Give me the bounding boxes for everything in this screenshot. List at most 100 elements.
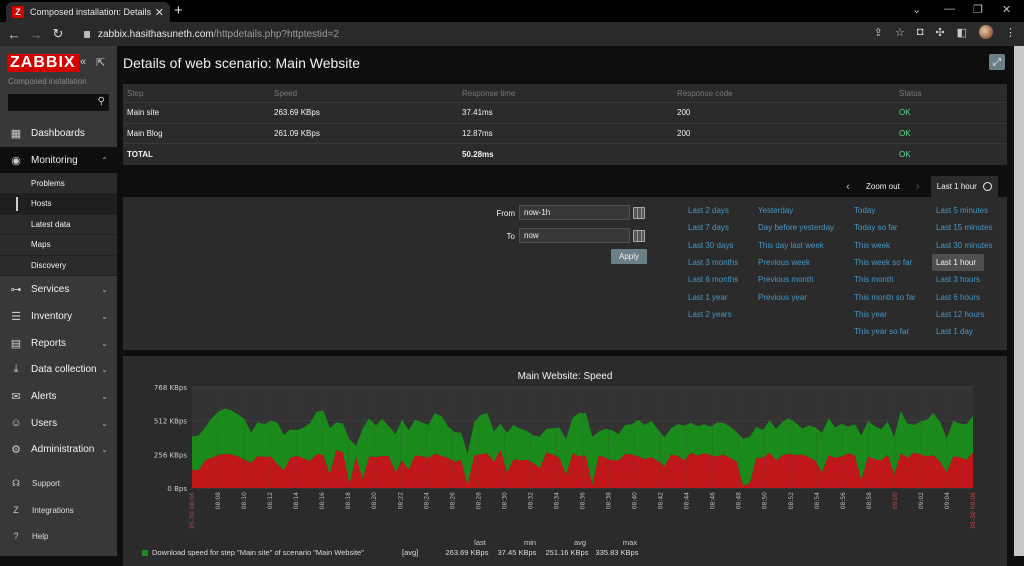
quick-range-link-selected[interactable]: Last 1 hour	[932, 253, 984, 272]
kiosk-mode-icon[interactable]: ⇱	[96, 56, 105, 69]
submenu-problems[interactable]: Problems	[0, 173, 117, 194]
submenu-maps[interactable]: Maps	[0, 235, 117, 256]
calendar-icon[interactable]	[633, 207, 645, 219]
menu-label: Administration	[31, 444, 95, 456]
quick-range-link[interactable]: Last 3 hours	[936, 271, 992, 288]
forward-icon[interactable]: →	[25, 27, 47, 42]
chevron-up-icon: ⌃	[101, 155, 108, 165]
step-response-code: 200	[677, 108, 691, 118]
share-icon[interactable]: ⇪	[874, 26, 883, 39]
quick-range-link[interactable]: Last 5 minutes	[936, 202, 992, 219]
quick-range-link[interactable]: Previous year	[758, 288, 834, 305]
step-response-code: 200	[677, 128, 691, 138]
quick-range-link[interactable]: This month	[854, 271, 916, 288]
menu-users[interactable]: ☺ Users ⌄	[0, 410, 117, 437]
collapse-sidebar-icon[interactable]: «	[80, 56, 86, 68]
quick-range-link[interactable]: This year so far	[854, 323, 916, 340]
y-tick-label: 768 KBps	[154, 384, 187, 392]
quick-range-link[interactable]: Last 15 minutes	[936, 219, 992, 236]
menu-dashboards[interactable]: ▦ Dashboards	[0, 120, 117, 147]
col-response-time: Response time	[462, 88, 516, 98]
star-icon[interactable]: ☆	[895, 26, 905, 39]
x-tick-label: 08:44	[684, 492, 691, 509]
footer-label: Support	[32, 478, 61, 488]
page-title: Details of web scenario: Main Website	[123, 55, 361, 71]
quick-range-link[interactable]: Yesterday	[758, 202, 834, 219]
menu-data-collection[interactable]: ⤓ Data collection ⌄	[0, 356, 117, 383]
menu-monitoring[interactable]: ◉ Monitoring ⌃	[0, 146, 117, 174]
page-scrollbar[interactable]	[1014, 46, 1024, 556]
fullscreen-button[interactable]: ⤢	[989, 54, 1005, 70]
sidepanel-icon[interactable]: ◧	[957, 26, 967, 39]
new-tab-button[interactable]: +	[174, 2, 183, 19]
menu-label: Dashboards	[31, 127, 85, 139]
reload-icon[interactable]: ↻	[47, 26, 69, 42]
time-range-tab[interactable]: Last 1 hour	[930, 176, 998, 197]
menu-inventory[interactable]: ☰ Inventory ⌄	[0, 303, 117, 330]
quick-range-link[interactable]: Last 30 days	[688, 237, 738, 254]
from-input[interactable]: now-1h	[519, 205, 630, 220]
apply-button[interactable]: Apply	[611, 249, 647, 264]
quick-range-link[interactable]: Last 1 day	[936, 323, 992, 340]
close-window-icon[interactable]: ✕	[1002, 3, 1011, 16]
quick-range-link[interactable]: Last 3 months	[688, 254, 738, 271]
quick-range-link[interactable]: Last 6 months	[688, 271, 738, 288]
menu-alerts[interactable]: ✉ Alerts ⌄	[0, 383, 117, 410]
quick-range-link[interactable]: Last 30 minutes	[936, 237, 992, 254]
browser-tab[interactable]: Z Composed installation: Details of ✕	[6, 2, 170, 22]
address-bar-row: ← → ↻ zabbix.hasithasuneth.com/httpdetai…	[0, 22, 1024, 46]
quick-range-link[interactable]: This year	[854, 306, 916, 323]
menu-reports[interactable]: ▤ Reports ⌄	[0, 330, 117, 357]
close-tab-icon[interactable]: ✕	[155, 6, 164, 19]
chevron-down-icon: ⌄	[101, 365, 108, 375]
footer-integrations[interactable]: Z Integrations	[0, 497, 117, 523]
calendar-icon[interactable]	[633, 230, 645, 242]
footer-label: Integrations	[32, 505, 74, 515]
envelope-icon: ✉	[11, 390, 21, 403]
x-tick-label: 08:28	[475, 492, 482, 509]
quick-range-link[interactable]: Today so far	[854, 219, 916, 236]
quick-range-link[interactable]: This week	[854, 237, 916, 254]
quick-range-link[interactable]: Last 2 days	[688, 202, 738, 219]
back-icon[interactable]: ←	[3, 27, 25, 42]
menu-icon[interactable]: ⋮	[1005, 26, 1016, 39]
profile-avatar[interactable]	[979, 25, 993, 39]
quick-range-link[interactable]: This day last week	[758, 237, 834, 254]
zabbix-logo[interactable]: ZABBIX	[7, 54, 79, 72]
lock-icon	[84, 30, 90, 38]
menu-administration[interactable]: ⚙ Administration ⌄	[0, 436, 117, 463]
speed-chart[interactable]: 0 Bps 256 KBps 512 KBps 768 KBps 05-30 08:0…	[123, 356, 1007, 538]
quick-range-link[interactable]: Day before yesterday	[758, 219, 834, 236]
minimize-icon[interactable]: —	[944, 3, 955, 15]
quick-range-link[interactable]: Last 12 hours	[936, 306, 992, 323]
maximize-icon[interactable]: ❐	[973, 3, 983, 16]
quick-range-link[interactable]: This week so far	[854, 254, 916, 271]
camera-icon[interactable]: ◘	[917, 26, 924, 38]
submenu-latest-data[interactable]: Latest data	[0, 215, 117, 236]
url-input[interactable]: zabbix.hasithasuneth.com/httpdetails.php…	[72, 24, 912, 44]
quick-ranges-col-4: Last 5 minutes Last 15 minutes Last 30 m…	[932, 202, 992, 340]
quick-range-link[interactable]: Last 7 days	[688, 219, 738, 236]
extensions-icon[interactable]: ✣	[935, 26, 944, 39]
x-tick-label: 08:24	[423, 492, 430, 509]
footer-help[interactable]: ? Help	[0, 523, 117, 549]
zoom-out-button[interactable]: Zoom out	[858, 182, 908, 191]
quick-range-link[interactable]: Previous week	[758, 254, 834, 271]
tab-search-icon[interactable]: ⌄	[912, 3, 921, 16]
quick-range-link[interactable]: This month so far	[854, 288, 916, 305]
to-input[interactable]: now	[519, 228, 630, 243]
quick-range-link[interactable]: Today	[854, 202, 916, 219]
quick-range-link[interactable]: Last 6 hours	[936, 288, 992, 305]
prev-period-icon[interactable]: ‹	[838, 181, 858, 193]
quick-range-link[interactable]: Last 2 years	[688, 306, 738, 323]
quick-range-link[interactable]: Last 1 year	[688, 288, 738, 305]
search-icon[interactable]: ⚲	[98, 96, 105, 107]
footer-support[interactable]: ☊ Support	[0, 470, 117, 496]
menu-services[interactable]: ⊶ Services ⌄	[0, 276, 117, 303]
sidebar-search-input[interactable]: ⚲	[8, 94, 109, 111]
clock-icon	[982, 182, 992, 191]
quick-range-link[interactable]: Previous month	[758, 271, 834, 288]
submenu-hosts[interactable]: Hosts	[0, 193, 117, 215]
submenu-discovery[interactable]: Discovery	[0, 256, 117, 277]
next-period-icon[interactable]: ›	[908, 181, 928, 193]
